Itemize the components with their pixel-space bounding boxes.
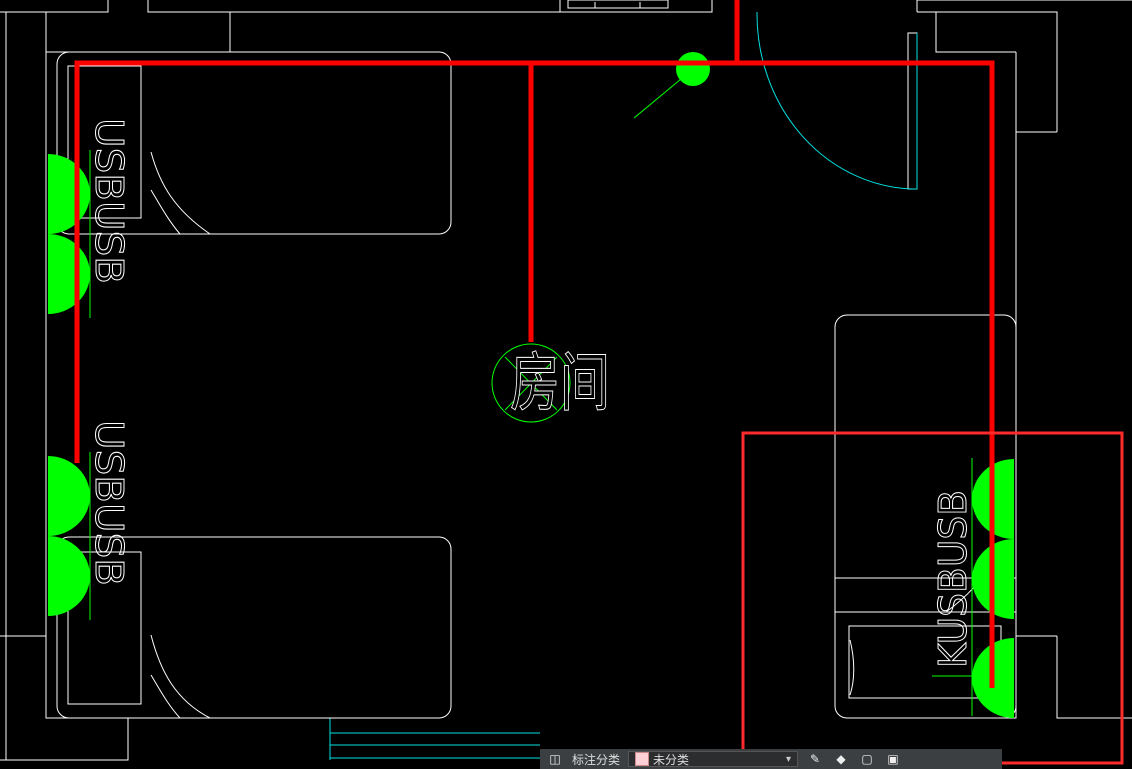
annotation-category-label: 标注分类	[572, 752, 621, 767]
diamond-icon[interactable]: ◆	[832, 751, 850, 767]
category-color-swatch	[635, 752, 650, 766]
socket-label-right: KUSBUSB	[931, 490, 975, 668]
socket-label-left-lower: USBUSB	[87, 420, 131, 586]
socket-label-left-upper: USBUSB	[87, 118, 131, 284]
layers-icon[interactable]: ◫	[546, 751, 564, 767]
room-name: 房间	[510, 347, 610, 421]
chevron-down-icon: ▾	[785, 753, 792, 765]
box-icon[interactable]: ▢	[858, 751, 876, 767]
lock-icon[interactable]: ▣	[884, 751, 902, 767]
category-dropdown[interactable]: 未分类 ▾	[628, 751, 799, 767]
category-dropdown-value: 未分类	[653, 752, 690, 767]
cad-drawing-canvas[interactable]: USBUSB USBUSB KUSBUSB 房间	[0, 0, 1132, 769]
annotation-toolbar: ◫ 标注分类 未分类 ▾ ✎ ◆ ▢ ▣	[540, 749, 1002, 769]
edit-icon[interactable]: ✎	[806, 751, 824, 767]
